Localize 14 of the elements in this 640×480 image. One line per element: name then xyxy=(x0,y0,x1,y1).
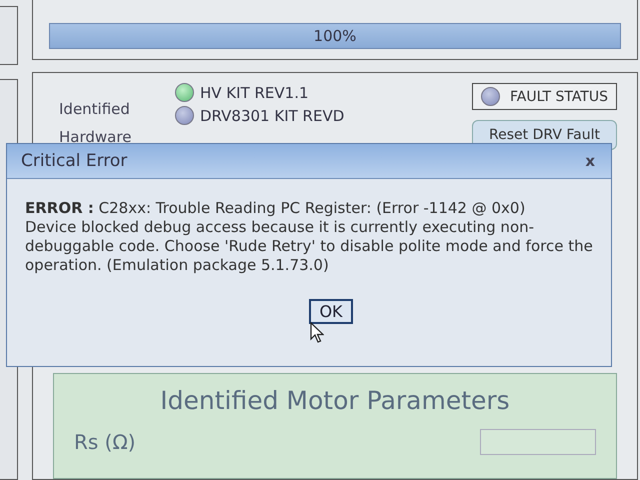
close-button[interactable]: x xyxy=(581,152,599,170)
param-label: Rs (Ω) xyxy=(74,430,136,454)
motor-title: Identified Motor Parameters xyxy=(159,386,511,415)
input-field[interactable] xyxy=(480,429,596,455)
hardware-item: DRV8301 KIT REVD xyxy=(200,106,344,124)
dialog-title: Critical Error xyxy=(21,151,128,171)
fault-status-label: FAULT STATUS xyxy=(510,88,608,104)
hardware-item: HV KIT REV1.1 xyxy=(200,84,309,102)
progress-reading: 100% xyxy=(314,27,356,45)
error-text: ERROR : C28xx: Trouble Reading PC Register: (Error -1142 @ 0x0) xyxy=(25,199,526,218)
hardware-label: Identified Hardware xyxy=(58,99,132,148)
cursor-icon xyxy=(310,322,324,344)
error-message: Device blocked debug access because it is currently executing non-debuggable code. Choose 'Rude Retry' to disable polite mode and force the operation. (Emulation package 5.1.73.0) xyxy=(25,218,594,275)
ok-button[interactable]: OK xyxy=(309,299,353,324)
